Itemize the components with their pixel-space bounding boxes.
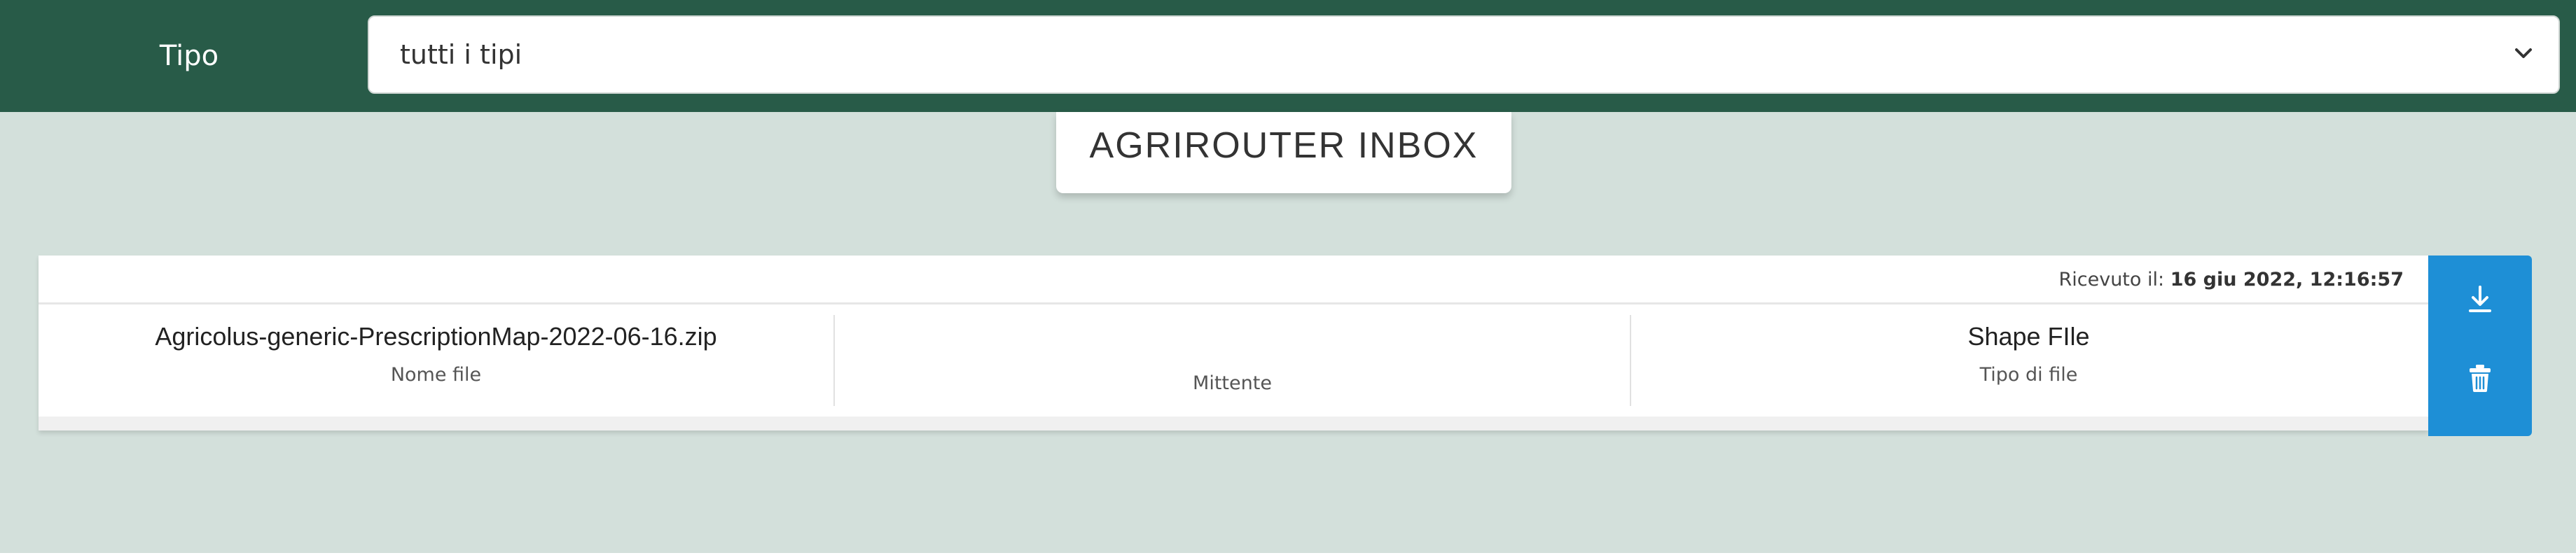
- received-info: Ricevuto il: 16 giu 2022, 12:16:57: [2059, 255, 2404, 304]
- file-name: Agricolus-generic-PrescriptionMap-2022-0…: [155, 322, 717, 351]
- inbox-item-header: Ricevuto il: 16 giu 2022, 12:16:57: [39, 255, 2428, 304]
- type-filter-label: Tipo: [159, 40, 219, 72]
- delete-button[interactable]: [2428, 340, 2532, 416]
- download-button[interactable]: [2428, 261, 2532, 338]
- file-type: Shape FIle: [1967, 322, 2090, 351]
- inbox-area: AGRIROUTER INBOX Ricevuto il: 16 giu 202…: [0, 112, 2576, 553]
- sender-cell: Mittente: [835, 315, 1631, 406]
- type-select[interactable]: tutti i tipi: [368, 15, 2560, 94]
- received-label: Ricevuto il:: [2058, 269, 2165, 290]
- file-name-cell: Agricolus-generic-PrescriptionMap-2022-0…: [39, 315, 835, 406]
- chevron-down-icon: [2515, 48, 2532, 58]
- received-date: 16 giu 2022, 12:16:57: [2170, 269, 2404, 290]
- trash-icon: [2470, 365, 2491, 392]
- type-select-value: tutti i tipi: [400, 39, 522, 70]
- file-type-caption: Tipo di file: [1979, 364, 2078, 386]
- sender-caption: Mittente: [1193, 372, 1272, 394]
- inbox-title: AGRIROUTER INBOX: [1056, 112, 1511, 193]
- file-name-caption: Nome file: [390, 364, 482, 386]
- inbox-item-body: Agricolus-generic-PrescriptionMap-2022-0…: [39, 304, 2428, 416]
- download-icon: [2469, 286, 2491, 312]
- inbox-item-actions: [2428, 255, 2532, 436]
- inbox-item-card: Ricevuto il: 16 giu 2022, 12:16:57 Agric…: [39, 255, 2428, 430]
- file-type-cell: Shape FIle Tipo di file: [1631, 315, 2426, 406]
- inbox-item-footer: [39, 416, 2428, 430]
- filter-bar: Tipo tutti i tipi: [0, 0, 2576, 112]
